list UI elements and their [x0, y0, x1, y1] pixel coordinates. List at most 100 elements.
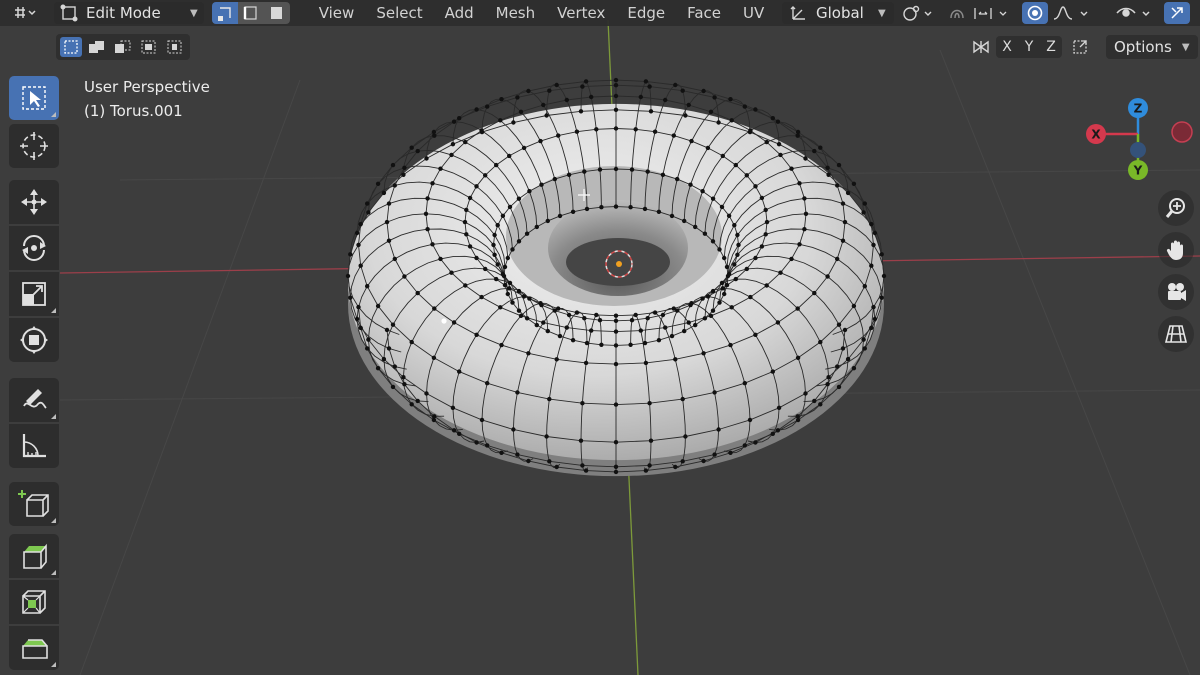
mesh-vertex[interactable]	[538, 138, 543, 144]
mesh-vertex[interactable]	[574, 129, 580, 134]
mesh-vertex[interactable]	[702, 231, 708, 236]
mesh-vertex[interactable]	[825, 274, 830, 279]
mesh-vertex[interactable]	[660, 172, 666, 177]
mesh-vertex[interactable]	[680, 88, 685, 93]
mesh-vertex[interactable]	[381, 356, 387, 362]
mesh-vertex[interactable]	[724, 282, 730, 288]
mesh-vertex[interactable]	[498, 305, 503, 310]
mesh-vertex[interactable]	[869, 221, 874, 227]
mesh-vertex[interactable]	[392, 183, 397, 188]
mesh-vertex[interactable]	[415, 148, 420, 154]
mesh-vertex[interactable]	[701, 351, 706, 356]
mesh-vertex[interactable]	[554, 82, 559, 88]
mesh-vertex[interactable]	[720, 286, 725, 291]
mesh-vertex[interactable]	[356, 304, 361, 310]
mesh-vertex[interactable]	[386, 201, 392, 206]
mesh-vertex[interactable]	[759, 244, 765, 249]
negative-z-axis-ball[interactable]	[1130, 142, 1146, 158]
mesh-vertex[interactable]	[574, 310, 580, 315]
mesh-vertex[interactable]	[425, 196, 430, 201]
mesh-vertex[interactable]	[705, 294, 711, 299]
mesh-vertex[interactable]	[516, 239, 522, 244]
mesh-vertex[interactable]	[776, 142, 782, 147]
mesh-vertex[interactable]	[570, 338, 576, 343]
mesh-vertex[interactable]	[457, 369, 462, 374]
face-select-icon[interactable]	[263, 2, 290, 24]
mesh-vertex[interactable]	[775, 119, 781, 124]
mesh-vertex[interactable]	[402, 165, 407, 170]
mesh-vertex[interactable]	[594, 312, 599, 318]
mesh-vertex[interactable]	[720, 153, 725, 159]
mesh-vertex[interactable]	[554, 357, 559, 362]
mesh-vertex[interactable]	[759, 195, 765, 201]
mesh-vertex[interactable]	[358, 221, 363, 227]
mesh-vertex[interactable]	[812, 290, 817, 296]
mesh-vertex[interactable]	[599, 342, 604, 347]
mesh-vertex[interactable]	[457, 116, 462, 121]
mesh-vertex[interactable]	[365, 284, 370, 289]
mesh-vertex[interactable]	[430, 181, 435, 186]
mesh-vertex[interactable]	[836, 162, 842, 168]
mesh-vertex[interactable]	[660, 312, 666, 318]
mesh-vertex[interactable]	[479, 129, 485, 135]
mirror-x-toggle[interactable]: X	[996, 36, 1018, 58]
mesh-vertex[interactable]	[689, 301, 694, 306]
mesh-vertex[interactable]	[511, 120, 516, 125]
mesh-vertex[interactable]	[770, 369, 775, 374]
mesh-vertex[interactable]	[680, 459, 685, 464]
active-vertex[interactable]	[441, 318, 447, 324]
mesh-vertex[interactable]	[515, 390, 520, 395]
mesh-vertex[interactable]	[474, 255, 479, 261]
select-new-icon[interactable]	[60, 37, 82, 57]
mesh-vertex[interactable]	[518, 109, 524, 115]
mesh-vertex[interactable]	[744, 173, 749, 178]
mesh-vertex[interactable]	[485, 104, 490, 109]
mesh-vertex[interactable]	[748, 128, 753, 133]
mesh-vertex[interactable]	[545, 218, 550, 224]
mesh-vertex[interactable]	[566, 312, 572, 318]
mesh-vertex[interactable]	[812, 398, 817, 404]
mesh-vertex[interactable]	[836, 322, 842, 327]
mesh-vertex[interactable]	[467, 244, 473, 249]
mesh-vertex[interactable]	[366, 210, 371, 215]
mesh-vertex[interactable]	[735, 232, 740, 238]
mesh-vertex[interactable]	[753, 332, 758, 337]
mesh-vertex[interactable]	[719, 204, 725, 210]
mesh-vertex[interactable]	[797, 242, 802, 247]
mesh-vertex[interactable]	[642, 206, 648, 212]
mesh-vertex[interactable]	[451, 320, 457, 325]
mesh-vertex[interactable]	[744, 266, 749, 272]
mesh-vertex[interactable]	[686, 102, 691, 108]
mesh-vertex[interactable]	[732, 223, 737, 228]
mesh-vertex[interactable]	[544, 113, 549, 118]
mesh-vertex[interactable]	[499, 97, 504, 102]
options-dropdown[interactable]: Options ▼	[1106, 35, 1198, 59]
mesh-vertex[interactable]	[564, 325, 569, 330]
mesh-vertex[interactable]	[763, 207, 768, 213]
cursor-tool[interactable]	[9, 124, 59, 168]
mesh-vertex[interactable]	[845, 190, 851, 196]
mesh-vertex[interactable]	[516, 288, 522, 294]
mesh-vertex[interactable]	[862, 201, 867, 206]
mesh-vertex[interactable]	[483, 266, 488, 272]
mesh-vertex[interactable]	[505, 255, 510, 261]
mesh-vertex[interactable]	[582, 169, 587, 174]
mesh-vertex[interactable]	[613, 440, 619, 445]
mesh-vertex[interactable]	[613, 329, 619, 334]
mesh-vertex[interactable]	[871, 304, 876, 310]
mesh-vertex[interactable]	[862, 346, 867, 351]
mesh-vertex[interactable]	[728, 97, 733, 102]
mesh-vertex[interactable]	[386, 238, 392, 243]
inset-tool[interactable]	[9, 580, 59, 624]
mesh-vertex[interactable]	[554, 464, 559, 470]
mesh-vertex[interactable]	[510, 300, 515, 305]
mesh-vertex[interactable]	[358, 263, 363, 268]
mesh-vertex[interactable]	[505, 291, 510, 297]
mesh-vertex[interactable]	[495, 223, 500, 228]
mesh-vertex[interactable]	[643, 360, 649, 366]
mesh-vertex[interactable]	[492, 252, 497, 257]
mesh-vertex[interactable]	[457, 431, 462, 436]
mesh-vertex[interactable]	[498, 118, 503, 123]
menu-edge[interactable]: Edge	[616, 2, 676, 24]
mesh-vertex[interactable]	[671, 133, 676, 138]
